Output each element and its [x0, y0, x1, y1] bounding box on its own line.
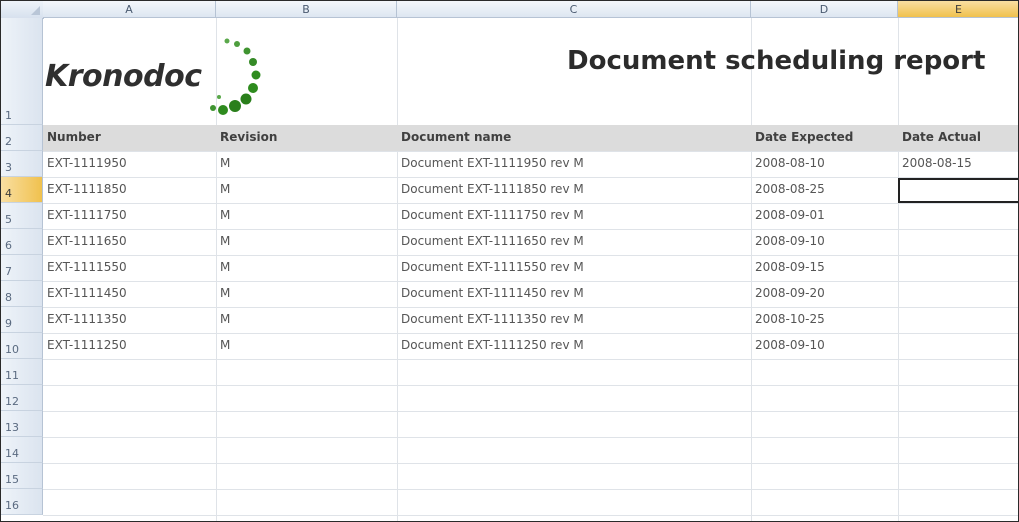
row-number: 4 — [5, 187, 12, 200]
column-header-a[interactable]: A — [43, 1, 216, 18]
cell-date-expected[interactable]: 2008-10-25 — [755, 312, 825, 326]
cell-number[interactable]: EXT-1111750 — [47, 208, 127, 222]
row-number: 5 — [5, 213, 12, 226]
gridline — [43, 489, 1018, 490]
row-header-11[interactable]: 11 — [1, 359, 43, 385]
gridline — [898, 18, 899, 521]
row-header-4[interactable]: 4 — [1, 177, 43, 203]
cell-revision[interactable]: M — [220, 156, 230, 170]
cell-document-name[interactable]: Document EXT-1111650 rev M — [401, 234, 584, 248]
header-document-name[interactable]: Document name — [401, 130, 511, 144]
row-header-9[interactable]: 9 — [1, 307, 43, 333]
cell-number[interactable]: EXT-1111950 — [47, 156, 127, 170]
gridline — [43, 151, 1018, 152]
cell-date-expected[interactable]: 2008-08-25 — [755, 182, 825, 196]
row-number: 7 — [5, 265, 12, 278]
row-number: 2 — [5, 135, 12, 148]
cell-number[interactable]: EXT-1111250 — [47, 338, 127, 352]
row-header-1[interactable]: 1 — [1, 18, 43, 125]
row-header-7[interactable]: 7 — [1, 255, 43, 281]
gridline — [43, 255, 1018, 256]
cell-number[interactable]: EXT-1111550 — [47, 260, 127, 274]
row-number: 8 — [5, 291, 12, 304]
cell-revision[interactable]: M — [220, 286, 230, 300]
cell-date-expected[interactable]: 2008-09-10 — [755, 234, 825, 248]
column-header-d[interactable]: D — [751, 1, 898, 18]
gridline — [43, 177, 1018, 178]
cell-number[interactable]: EXT-1111650 — [47, 234, 127, 248]
cell-date-expected[interactable]: 2008-09-01 — [755, 208, 825, 222]
cell-document-name[interactable]: Document EXT-1111950 rev M — [401, 156, 584, 170]
column-header-c[interactable]: C — [397, 1, 751, 18]
row-number: 15 — [5, 473, 19, 486]
row-number: 1 — [5, 109, 12, 122]
header-number[interactable]: Number — [47, 130, 101, 144]
header-revision[interactable]: Revision — [220, 130, 277, 144]
overflow-marker: … — [191, 515, 201, 522]
row-header-15[interactable]: 15 — [1, 463, 43, 489]
row-header-10[interactable]: 10 — [1, 333, 43, 359]
row-header-16[interactable]: 16 — [1, 489, 43, 515]
row-header-14[interactable]: 14 — [1, 437, 43, 463]
header-date-expected[interactable]: Date Expected — [755, 130, 853, 144]
row-number: 14 — [5, 447, 19, 460]
cell-number[interactable]: EXT-1111850 — [47, 182, 127, 196]
gridline — [43, 385, 1018, 386]
cell-revision[interactable]: M — [220, 208, 230, 222]
row-header-5[interactable]: 5 — [1, 203, 43, 229]
row-number: 9 — [5, 317, 12, 330]
gridline — [43, 463, 1018, 464]
cell-revision[interactable]: M — [220, 234, 230, 248]
row-header-12[interactable]: 12 — [1, 385, 43, 411]
header-date-actual[interactable]: Date Actual — [902, 130, 981, 144]
gridline — [751, 18, 752, 521]
row-header-13[interactable]: 13 — [1, 411, 43, 437]
row-number: 11 — [5, 369, 19, 382]
cell-document-name[interactable]: Document EXT-1111750 rev M — [401, 208, 584, 222]
row-number: 3 — [5, 161, 12, 174]
cell-date-expected[interactable]: 2008-08-10 — [755, 156, 825, 170]
row-number: 13 — [5, 421, 19, 434]
kronodoc-logo-dots-icon — [210, 38, 261, 115]
gridline — [43, 411, 1018, 412]
gridline — [397, 18, 398, 521]
cell-number[interactable]: EXT-1111450 — [47, 286, 127, 300]
row-header-2[interactable]: 2 — [1, 125, 43, 151]
spreadsheet-window: A B C D E 1 2 3 4 5 6 7 8 9 10 11 12 13 14 15 16 Kronod… — [0, 0, 1019, 522]
gridline — [43, 307, 1018, 308]
cell-document-name[interactable]: Document EXT-1111350 rev M — [401, 312, 584, 326]
gridline — [43, 515, 1018, 516]
gridline — [43, 437, 1018, 438]
cell-date-actual[interactable]: 2008-08-15 — [902, 156, 972, 170]
gridline — [43, 281, 1018, 282]
gridline — [43, 229, 1018, 230]
row-header-3[interactable]: 3 — [1, 151, 43, 177]
cell-date-expected[interactable]: 2008-09-10 — [755, 338, 825, 352]
cell-revision[interactable]: M — [220, 338, 230, 352]
row-header-6[interactable]: 6 — [1, 229, 43, 255]
cell-document-name[interactable]: Document EXT-1111250 rev M — [401, 338, 584, 352]
column-header-b[interactable]: B — [216, 1, 397, 18]
row-number: 12 — [5, 395, 19, 408]
gridline — [43, 203, 1018, 204]
gridline — [43, 359, 1018, 360]
column-header-e[interactable]: E — [898, 1, 1018, 18]
row-number: 10 — [5, 343, 19, 356]
cell-document-name[interactable]: Document EXT-1111450 rev M — [401, 286, 584, 300]
cell-revision[interactable]: M — [220, 260, 230, 274]
row-number: 16 — [5, 499, 19, 512]
report-title: Document scheduling report — [567, 46, 986, 76]
active-cell-e4[interactable] — [898, 178, 1018, 203]
cell-revision[interactable]: M — [220, 312, 230, 326]
gridline — [43, 333, 1018, 334]
cell-document-name[interactable]: Document EXT-1111850 rev M — [401, 182, 584, 196]
row-header-8[interactable]: 8 — [1, 281, 43, 307]
cell-document-name[interactable]: Document EXT-1111550 rev M — [401, 260, 584, 274]
cell-date-expected[interactable]: 2008-09-20 — [755, 286, 825, 300]
cell-revision[interactable]: M — [220, 182, 230, 196]
cell-number[interactable]: EXT-1111350 — [47, 312, 127, 326]
row-number: 6 — [5, 239, 12, 252]
select-all-button[interactable] — [1, 1, 44, 19]
cell-date-expected[interactable]: 2008-09-15 — [755, 260, 825, 274]
